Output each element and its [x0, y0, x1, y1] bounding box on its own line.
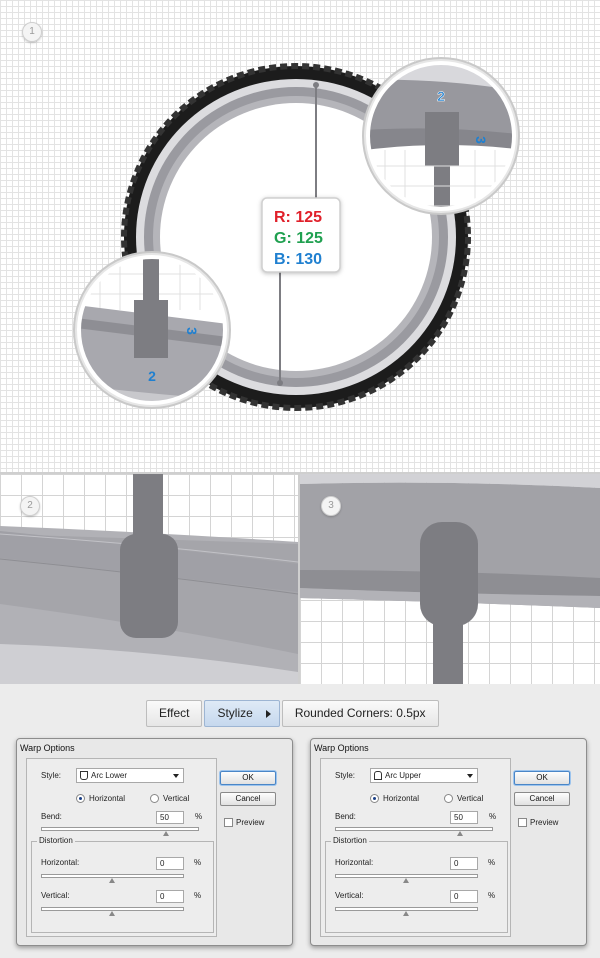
step2-canvas: 2: [0, 474, 298, 684]
dialog-body: Style: Arc Lower Horizontal Vertical Ben…: [26, 758, 217, 937]
step2-badge: 2: [20, 496, 40, 516]
chevron-down-icon: [173, 774, 179, 778]
style-select-value: Arc Upper: [385, 771, 422, 780]
warp-options-dialog-left: Warp Options Style: Arc Lower Horizontal…: [16, 738, 293, 946]
height-label-top: 3: [473, 136, 489, 144]
cancel-button[interactable]: Cancel: [514, 792, 570, 806]
color-g-value: G: 125: [274, 230, 323, 247]
menu-effect[interactable]: Effect: [146, 700, 203, 727]
step2-illustration: [0, 474, 298, 684]
horizontal-radio[interactable]: [370, 794, 379, 803]
bend-slider-thumb[interactable]: [163, 831, 169, 836]
distortion-horizontal-slider-thumb[interactable]: [403, 878, 409, 883]
width-label-bottom: 2: [148, 368, 156, 384]
distortion-vertical-label: Vertical:: [335, 891, 364, 900]
step3-canvas: 3: [300, 474, 600, 684]
distortion-horizontal-label: Horizontal:: [41, 858, 80, 867]
distortion-horizontal-input[interactable]: 0: [450, 857, 478, 870]
menu-effect-label: Effect: [159, 706, 190, 720]
vertical-radio-label: Vertical: [163, 794, 190, 803]
distortion-group-title: Distortion: [331, 836, 369, 845]
arc-upper-icon: [374, 771, 382, 780]
warp-options-dialog-right: Warp Options Style: Arc Upper Horizontal…: [310, 738, 587, 946]
step3-illustration: [300, 474, 600, 684]
bend-label: Bend:: [335, 812, 356, 821]
style-label: Style:: [335, 771, 356, 780]
bend-slider-thumb[interactable]: [457, 831, 463, 836]
distortion-vertical-slider-thumb[interactable]: [403, 911, 409, 916]
width-label-top: 2: [437, 88, 445, 104]
vertical-radio[interactable]: [150, 794, 159, 803]
preview-checkbox[interactable]: [518, 818, 527, 827]
menu-stylize-label: Stylize: [217, 706, 253, 720]
distortion-group: Distortion Horizontal: 0 % Vertical: 0 %: [325, 836, 508, 933]
preview-checkbox[interactable]: [224, 818, 233, 827]
arc-lower-icon: [80, 771, 88, 780]
height-label-bottom: 3: [184, 327, 200, 335]
dialog-body: Style: Arc Upper Horizontal Vertical Ben…: [320, 758, 511, 937]
distortion-vertical-input[interactable]: 0: [156, 890, 184, 903]
horizontal-radio-label: Horizontal: [383, 794, 420, 803]
bend-input[interactable]: 50: [156, 811, 184, 824]
menu-rounded-corners[interactable]: Rounded Corners: 0.5px: [281, 700, 439, 727]
step1-canvas: 1 2 3 2 3 R: 125 G: 125 B: 130: [0, 0, 600, 472]
preview-label: Preview: [530, 818, 559, 827]
vertical-radio-label: Vertical: [457, 794, 484, 803]
distortion-horizontal-percent: %: [194, 858, 202, 867]
ok-button[interactable]: OK: [220, 771, 276, 785]
distortion-vertical-percent: %: [194, 891, 202, 900]
step3-number: 3: [328, 500, 334, 511]
bend-slider-track[interactable]: [41, 827, 199, 831]
step3-badge: 3: [321, 496, 341, 516]
distortion-group: Distortion Horizontal: 0 % Vertical: 0 %: [31, 836, 214, 933]
distortion-vertical-input[interactable]: 0: [450, 890, 478, 903]
submenu-arrow-icon: [265, 710, 271, 718]
distortion-horizontal-input[interactable]: 0: [156, 857, 184, 870]
chevron-down-icon: [467, 774, 473, 778]
dialog-title: Warp Options: [314, 743, 369, 753]
bend-slider-track[interactable]: [335, 827, 493, 831]
color-b-value: B: 130: [274, 251, 322, 268]
style-label: Style:: [41, 771, 62, 780]
wheel-illustration: 2 3 2 3 R: 125 G: 125 B: 130: [73, 57, 520, 411]
bend-label: Bend:: [41, 812, 62, 821]
horizontal-radio[interactable]: [76, 794, 85, 803]
vertical-radio[interactable]: [444, 794, 453, 803]
spoke-top-hub: [313, 82, 319, 88]
dialog-title: Warp Options: [20, 743, 75, 753]
bend-percent-sign: %: [195, 812, 203, 821]
preview-label: Preview: [236, 818, 265, 827]
menu-rounded-corners-label: Rounded Corners: 0.5px: [294, 706, 426, 720]
distortion-vertical-percent: %: [488, 891, 496, 900]
distortion-horizontal-percent: %: [488, 858, 496, 867]
style-select[interactable]: Arc Lower: [76, 768, 184, 783]
horizontal-radio-label: Horizontal: [89, 794, 126, 803]
distortion-horizontal-slider-thumb[interactable]: [109, 878, 115, 883]
menu-stylize[interactable]: Stylize: [204, 700, 280, 727]
color-r-value: R: 125: [274, 209, 322, 226]
distortion-horizontal-label: Horizontal:: [335, 858, 374, 867]
style-select-value: Arc Lower: [91, 771, 128, 780]
step2-number: 2: [27, 500, 33, 511]
distortion-vertical-label: Vertical:: [41, 891, 70, 900]
distortion-vertical-slider-thumb[interactable]: [109, 911, 115, 916]
distortion-group-title: Distortion: [37, 836, 75, 845]
cancel-button[interactable]: Cancel: [220, 792, 276, 806]
effect-menu-path: Effect Stylize Rounded Corners: 0.5px: [146, 700, 439, 727]
style-select[interactable]: Arc Upper: [370, 768, 478, 783]
ok-button[interactable]: OK: [514, 771, 570, 785]
color-label-card: R: 125 G: 125 B: 130: [261, 197, 341, 273]
bend-percent-sign: %: [489, 812, 497, 821]
spoke-bottom-hub: [277, 380, 283, 386]
bend-input[interactable]: 50: [450, 811, 478, 824]
